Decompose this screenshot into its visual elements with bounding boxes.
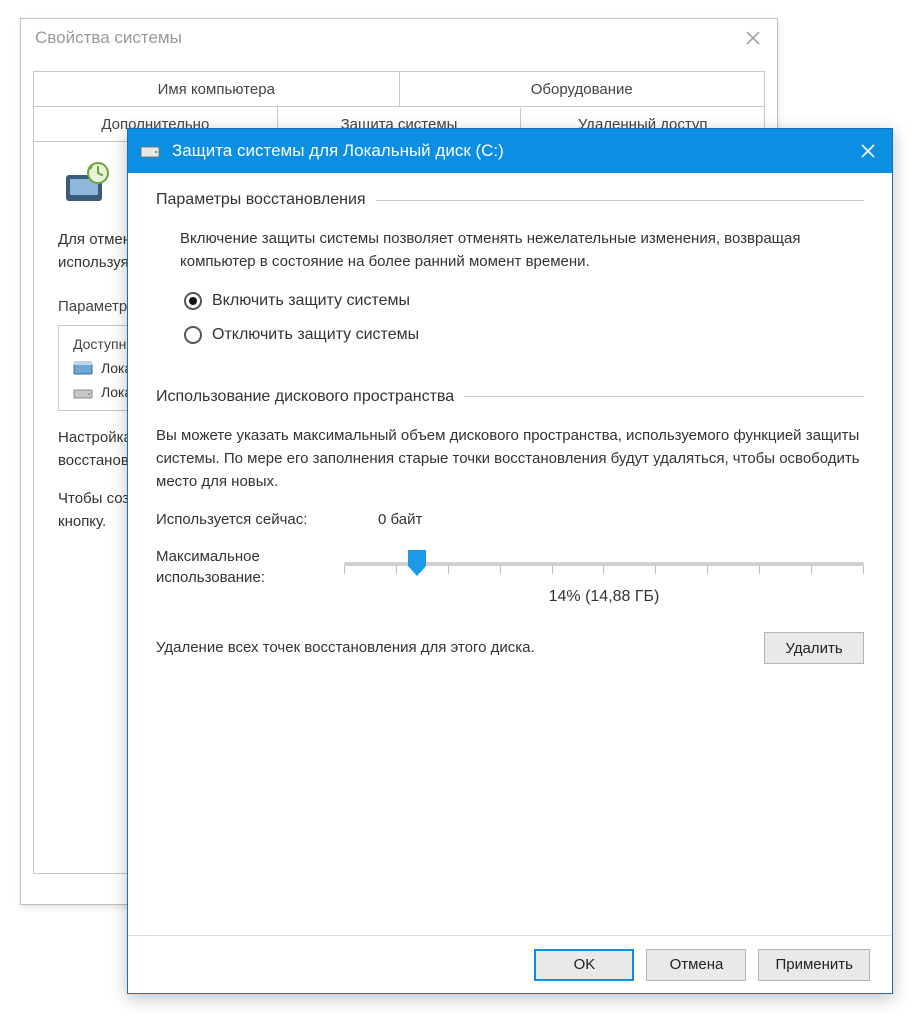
delete-row: Удаление всех точек восстановления для э… [156,632,864,664]
close-icon [746,31,760,45]
group-title-restore: Параметры восстановления [156,191,366,209]
delete-button[interactable]: Удалить [764,632,864,664]
tab-hardware[interactable]: Оборудование [400,72,765,106]
tab-row-1: Имя компьютера Оборудование [34,72,764,107]
system-restore-icon [58,157,114,213]
radio-enable-protection[interactable]: Включить защиту системы [184,292,864,310]
apply-button[interactable]: Применить [758,949,870,981]
tab-computer-name[interactable]: Имя компьютера [34,72,400,106]
drive-icon [73,384,93,400]
back-titlebar: Свойства системы [21,19,777,57]
back-window-title: Свойства системы [35,28,182,48]
drive-icon [73,360,93,376]
current-usage-value: 0 байт [378,511,422,528]
dialog-title: Защита системы для Локальный диск (C:) [172,141,504,161]
max-usage-label: Максимальное использование: [156,546,326,588]
radio-icon [184,326,202,344]
max-usage-slider[interactable]: 14% (14,88 ГБ) [344,546,864,606]
slider-value-text: 14% (14,88 ГБ) [344,588,864,606]
back-close-button[interactable] [729,19,777,57]
radio-icon [184,292,202,310]
radio-disable-label: Отключить защиту системы [212,326,419,344]
group-title-disk: Использование дискового пространства [156,388,454,406]
dialog-footer: OK Отмена Применить [128,935,892,993]
max-usage-row: Максимальное использование: 14% (14,88 Г… [156,546,864,606]
dialog-close-button[interactable] [844,129,892,173]
current-usage-label: Используется сейчас: [156,511,366,528]
separator [464,396,864,397]
restore-settings-group: Параметры восстановления Включение защит… [156,191,864,344]
separator [376,200,864,201]
radio-enable-label: Включить защиту системы [212,292,410,310]
restore-settings-description: Включение защиты системы позволяет отмен… [180,227,864,274]
slider-ticks [344,566,864,576]
front-titlebar: Защита системы для Локальный диск (C:) [128,129,892,173]
close-icon [861,144,875,158]
dialog-body: Параметры восстановления Включение защит… [128,173,892,935]
drive-icon [140,143,160,159]
radio-disable-protection[interactable]: Отключить защиту системы [184,326,864,344]
delete-description: Удаление всех точек восстановления для э… [156,637,746,660]
current-usage-row: Используется сейчас: 0 байт [156,511,864,528]
ok-button[interactable]: OK [534,949,634,981]
disk-usage-description: Вы можете указать максимальный объем дис… [156,424,864,494]
cancel-button[interactable]: Отмена [646,949,746,981]
system-protection-dialog: Защита системы для Локальный диск (C:) П… [127,128,893,994]
disk-usage-group: Использование дискового пространства Вы … [156,388,864,665]
